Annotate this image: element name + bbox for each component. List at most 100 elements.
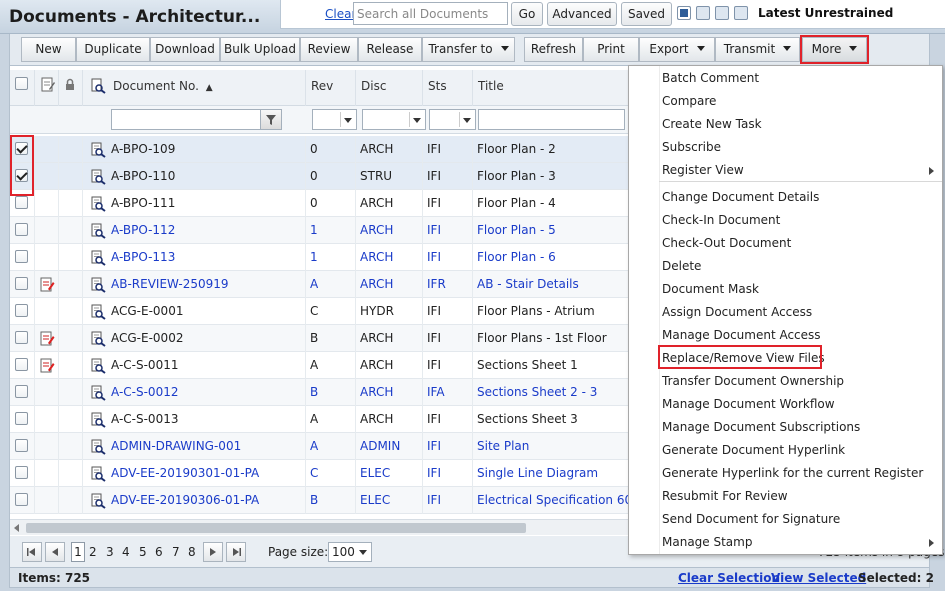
row-title[interactable]: Floor Plan - 5: [473, 217, 643, 244]
row-document-no[interactable]: A-BPO-109: [83, 136, 306, 163]
document-view-icon[interactable]: [90, 357, 106, 374]
duplicate-button[interactable]: Duplicate: [76, 37, 150, 62]
row-document-no[interactable]: ACG-E-0002: [83, 325, 306, 352]
row-title[interactable]: Floor Plans - Atrium: [473, 298, 643, 325]
markup-icon[interactable]: [39, 276, 55, 292]
row-document-no[interactable]: ADV-EE-20190301-01-PA: [83, 460, 306, 487]
menu-item[interactable]: Assign Document Access: [629, 301, 942, 324]
page-number-link[interactable]: 3: [106, 545, 114, 559]
transfer-to-button[interactable]: Transfer to: [422, 37, 515, 62]
menu-item[interactable]: Batch Comment: [629, 67, 942, 90]
page-number-link[interactable]: 4: [122, 545, 130, 559]
filter-funnel-icon[interactable]: [260, 109, 282, 130]
horizontal-scrollbar[interactable]: [10, 519, 630, 535]
row-checkbox[interactable]: [15, 358, 28, 371]
row-title[interactable]: Electrical Specification 607 B: [473, 487, 643, 514]
disc-filter-select[interactable]: [362, 109, 426, 130]
document-view-icon[interactable]: [90, 438, 106, 455]
document-view-icon[interactable]: [90, 168, 106, 185]
menu-item[interactable]: Resubmit For Review: [629, 485, 942, 508]
page-number-link[interactable]: 7: [172, 545, 180, 559]
title-filter-input[interactable]: [478, 109, 625, 130]
row-title[interactable]: Floor Plan - 3: [473, 163, 643, 190]
row-document-no[interactable]: A-BPO-112: [83, 217, 306, 244]
menu-item[interactable]: Manage Document Access: [629, 324, 942, 347]
document-view-icon[interactable]: [90, 384, 106, 401]
sts-filter-select[interactable]: [429, 109, 476, 130]
row-document-no[interactable]: A-BPO-111: [83, 190, 306, 217]
row-checkbox[interactable]: [15, 412, 28, 425]
row-checkbox[interactable]: [15, 196, 28, 209]
page-number-link[interactable]: 6: [155, 545, 163, 559]
document-view-icon[interactable]: [90, 465, 106, 482]
view-toggle-3-icon[interactable]: [715, 6, 729, 20]
view-selected-link[interactable]: View Selected: [771, 571, 866, 585]
page-number-link[interactable]: 8: [188, 545, 196, 559]
menu-item[interactable]: Manage Stamp: [629, 531, 942, 554]
document-view-icon[interactable]: [90, 303, 106, 320]
view-toggle-1-icon[interactable]: [677, 6, 691, 20]
row-checkbox[interactable]: [15, 493, 28, 506]
menu-item[interactable]: Subscribe: [629, 136, 942, 159]
row-document-no[interactable]: A-C-S-0011: [83, 352, 306, 379]
bulk-upload-button[interactable]: Bulk Upload: [220, 37, 300, 62]
clear-search-link[interactable]: Clear: [325, 7, 356, 21]
scroll-left-icon[interactable]: [14, 524, 19, 532]
row-title[interactable]: Single Line Diagram: [473, 460, 643, 487]
clear-selection-link[interactable]: Clear Selection: [678, 571, 780, 585]
document-no-filter-input[interactable]: [111, 109, 261, 130]
row-document-no[interactable]: ADV-EE-20190306-01-PA: [83, 487, 306, 514]
page-number-link[interactable]: 5: [139, 545, 147, 559]
menu-item[interactable]: Generate Document Hyperlink: [629, 439, 942, 462]
menu-item[interactable]: Manage Document Subscriptions: [629, 416, 942, 439]
view-toggle-4-icon[interactable]: [734, 6, 748, 20]
scrollbar-thumb[interactable]: [26, 523, 526, 533]
menu-item[interactable]: Change Document Details: [629, 186, 942, 209]
menu-item[interactable]: Manage Document Workflow: [629, 393, 942, 416]
row-title[interactable]: Floor Plan - 2: [473, 136, 643, 163]
rev-filter-select[interactable]: [312, 109, 357, 130]
row-title[interactable]: Sections Sheet 1: [473, 352, 643, 379]
transmit-button[interactable]: Transmit: [715, 37, 800, 62]
select-all-checkbox[interactable]: [15, 77, 28, 90]
saved-searches-button[interactable]: Saved: [621, 2, 672, 26]
row-document-no[interactable]: AB-REVIEW-250919: [83, 271, 306, 298]
row-checkbox[interactable]: [15, 250, 28, 263]
header-disc[interactable]: Disc: [356, 70, 423, 106]
document-view-icon[interactable]: [90, 411, 106, 428]
header-rev[interactable]: Rev: [306, 70, 356, 106]
row-title[interactable]: Sections Sheet 2 - 3: [473, 379, 643, 406]
row-checkbox[interactable]: [15, 466, 28, 479]
current-page-number[interactable]: 1: [71, 542, 85, 562]
search-input[interactable]: [353, 2, 508, 25]
row-title[interactable]: AB - Stair Details: [473, 271, 643, 298]
release-button[interactable]: Release: [358, 37, 422, 62]
row-document-no[interactable]: ADMIN-DRAWING-001: [83, 433, 306, 460]
document-view-icon[interactable]: [90, 249, 106, 266]
advanced-search-button[interactable]: Advanced: [547, 2, 617, 26]
row-title[interactable]: Floor Plan - 4: [473, 190, 643, 217]
row-document-no[interactable]: A-C-S-0013: [83, 406, 306, 433]
row-title[interactable]: Site Plan: [473, 433, 643, 460]
more-button[interactable]: More: [800, 35, 869, 64]
markup-icon[interactable]: [39, 330, 55, 346]
menu-item[interactable]: Check-Out Document: [629, 232, 942, 255]
row-document-no[interactable]: A-BPO-113: [83, 244, 306, 271]
menu-item[interactable]: Generate Hyperlink for the current Regis…: [629, 462, 942, 485]
review-button[interactable]: Review: [300, 37, 358, 62]
row-title[interactable]: Sections Sheet 3: [473, 406, 643, 433]
print-button[interactable]: Print: [583, 37, 639, 62]
document-view-icon[interactable]: [90, 141, 106, 158]
download-button[interactable]: Download: [150, 37, 220, 62]
prev-page-button[interactable]: [45, 542, 65, 562]
header-sts[interactable]: Sts: [423, 70, 473, 106]
document-view-icon[interactable]: [90, 222, 106, 239]
row-document-no[interactable]: A-C-S-0012: [83, 379, 306, 406]
document-view-icon[interactable]: [90, 195, 106, 212]
header-document-no[interactable]: Document No. ▲: [83, 70, 306, 106]
menu-item[interactable]: Check-In Document: [629, 209, 942, 232]
menu-item[interactable]: Create New Task: [629, 113, 942, 136]
menu-item[interactable]: Document Mask: [629, 278, 942, 301]
row-checkbox[interactable]: [15, 304, 28, 317]
row-checkbox[interactable]: [15, 385, 28, 398]
